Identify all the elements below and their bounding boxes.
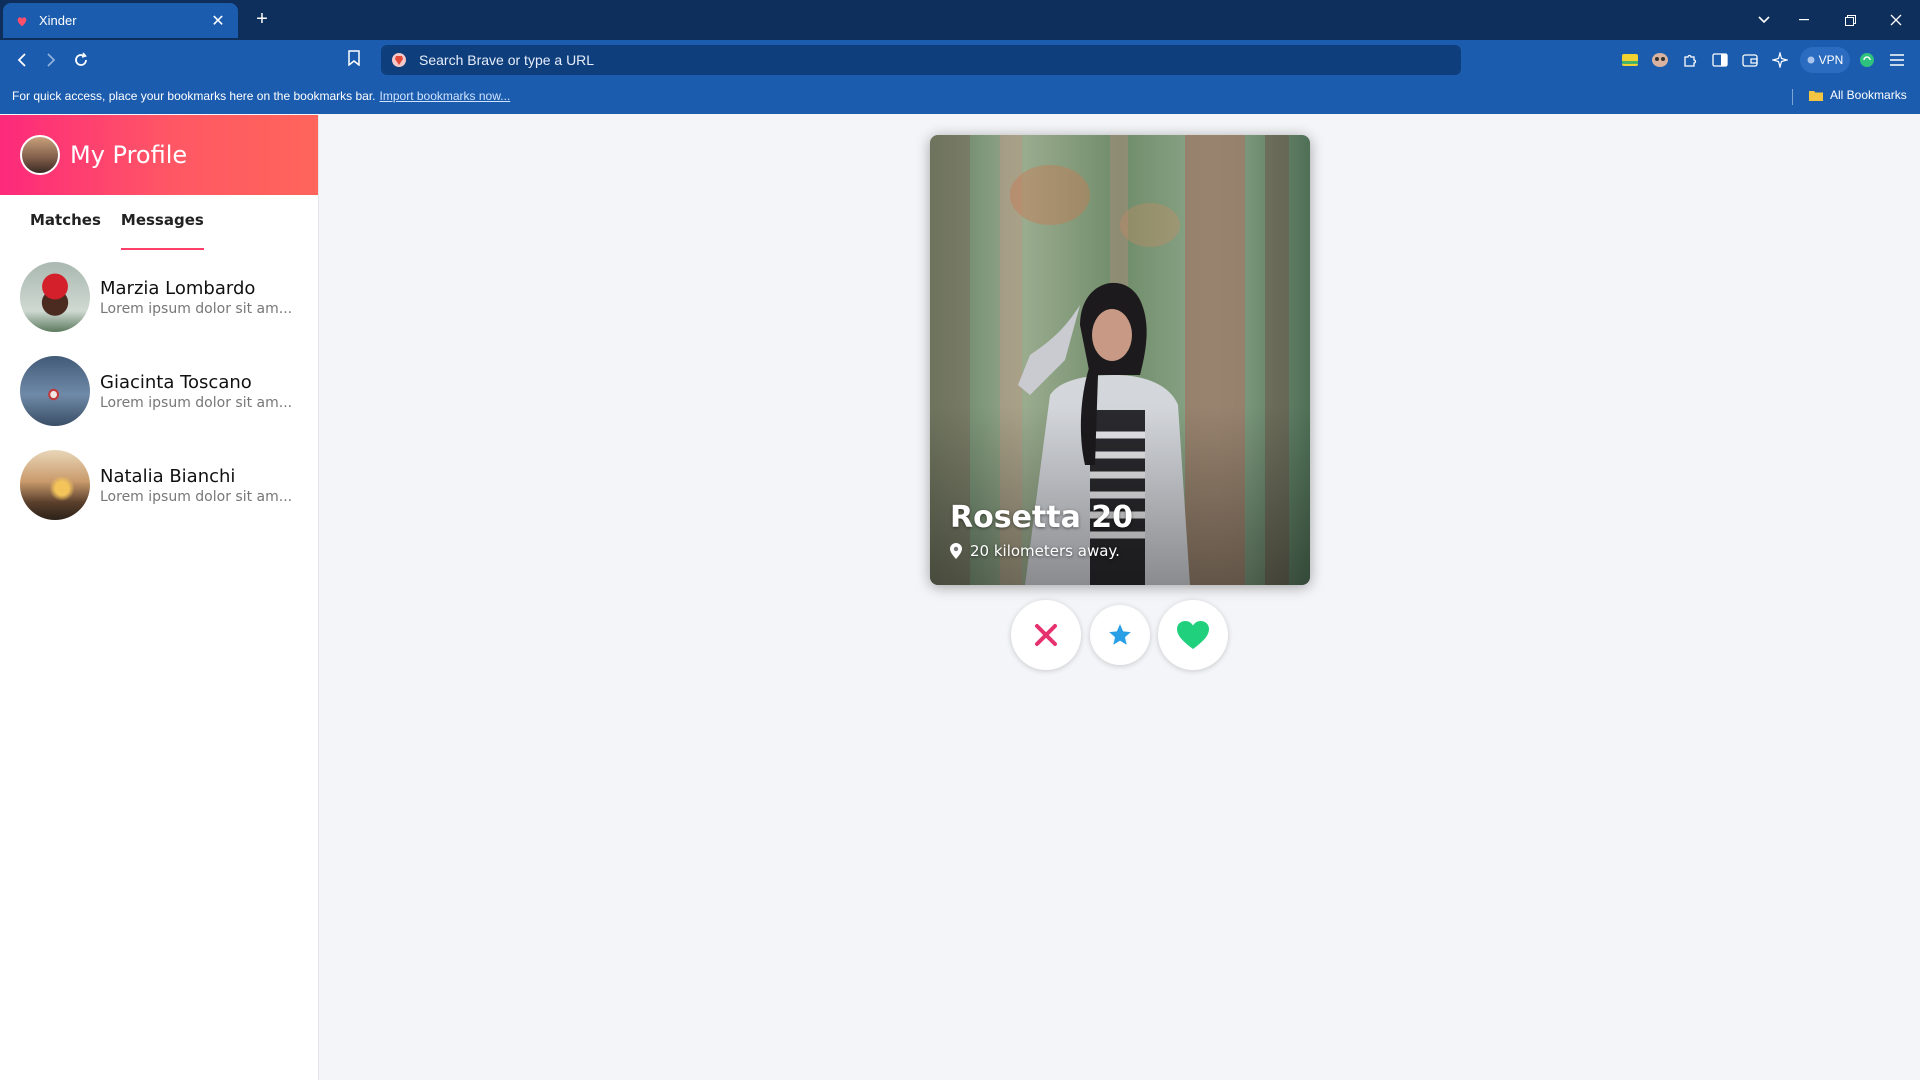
heart-icon (1177, 621, 1209, 649)
profile-avatar[interactable] (20, 135, 60, 175)
reload-icon[interactable] (68, 48, 94, 72)
superlike-button[interactable] (1090, 605, 1150, 665)
tab-search-chevron-icon[interactable] (1742, 0, 1786, 40)
card-distance: 20 kilometers away. (950, 542, 1120, 560)
bookmarks-divider (1792, 89, 1793, 105)
distance-text: 20 kilometers away. (970, 542, 1120, 560)
wallet-icon[interactable] (1740, 50, 1760, 70)
profile-card[interactable]: Rosetta 20 20 kilometers away. (930, 135, 1310, 585)
import-bookmarks-link[interactable]: Import bookmarks now... (380, 89, 511, 103)
browser-tab-active[interactable]: Xinder ✕ (3, 3, 238, 38)
conversation-item[interactable]: Marzia Lombardo Lorem ipsum dolor sit am… (0, 250, 318, 344)
leo-ai-icon[interactable] (1770, 50, 1790, 70)
new-tab-button[interactable]: + (250, 7, 274, 31)
tab-matches[interactable]: Matches (30, 211, 101, 250)
xinder-favicon-icon (17, 16, 27, 26)
conversation-name: Marzia Lombardo (100, 277, 256, 299)
tab-close-icon[interactable]: ✕ (210, 11, 226, 31)
menu-icon[interactable] (1887, 50, 1907, 70)
swipe-actions (1011, 600, 1228, 670)
conversation-preview: Lorem ipsum dolor sit am... (100, 488, 293, 505)
back-icon[interactable] (9, 48, 35, 72)
profile-title: My Profile (70, 141, 188, 169)
extension-wallet-icon[interactable] (1620, 50, 1640, 70)
avatar (20, 262, 90, 332)
nope-button[interactable] (1011, 600, 1081, 670)
profile-header[interactable]: My Profile (0, 115, 318, 195)
browser-toolbar: Search Brave or type a URL VPN (0, 40, 1920, 80)
sidebar-toggle-icon[interactable] (1710, 50, 1730, 70)
all-bookmarks-button[interactable]: All Bookmarks (1808, 88, 1907, 102)
bookmark-icon[interactable] (348, 50, 360, 71)
conversation-preview: Lorem ipsum dolor sit am... (100, 300, 293, 317)
conversation-item[interactable]: Giacinta Toscano Lorem ipsum dolor sit a… (0, 344, 318, 438)
card-name-age: Rosetta 20 (950, 500, 1134, 535)
profile-status-icon[interactable] (1857, 50, 1877, 70)
conversation-name: Giacinta Toscano (100, 371, 252, 393)
extensions-puzzle-icon[interactable] (1680, 50, 1700, 70)
folder-icon (1809, 90, 1823, 101)
restore-button[interactable] (1828, 0, 1872, 40)
browser-tabbar: Xinder ✕ + (0, 0, 1920, 40)
all-bookmarks-label: All Bookmarks (1830, 88, 1907, 102)
tab-messages[interactable]: Messages (120, 211, 204, 250)
star-icon (1109, 624, 1131, 645)
vpn-label: VPN (1818, 53, 1844, 67)
like-button[interactable] (1158, 600, 1228, 670)
minimize-button[interactable] (1782, 0, 1826, 40)
sidebar: My Profile Matches Messages Marzia Lomba… (0, 115, 319, 1080)
tab-title: Xinder (39, 13, 77, 28)
avatar (20, 450, 90, 520)
sidebar-tabs: Matches Messages (0, 195, 318, 250)
close-icon (1035, 624, 1057, 646)
bookmarks-message: For quick access, place your bookmarks h… (12, 89, 511, 103)
conversation-name: Natalia Bianchi (100, 465, 236, 487)
address-placeholder: Search Brave or type a URL (419, 52, 595, 68)
close-window-button[interactable] (1874, 0, 1918, 40)
extension-face-icon[interactable] (1650, 50, 1670, 70)
forward-icon[interactable] (38, 48, 64, 72)
location-pin-icon (950, 543, 962, 559)
avatar (20, 356, 90, 426)
conversation-preview: Lorem ipsum dolor sit am... (100, 394, 293, 411)
conversation-item[interactable]: Natalia Bianchi Lorem ipsum dolor sit am… (0, 438, 318, 532)
vpn-button[interactable]: VPN (1800, 47, 1850, 73)
brave-shield-icon[interactable] (391, 52, 407, 68)
address-bar[interactable]: Search Brave or type a URL (381, 45, 1461, 75)
bookmarks-bar: For quick access, place your bookmarks h… (0, 80, 1920, 114)
